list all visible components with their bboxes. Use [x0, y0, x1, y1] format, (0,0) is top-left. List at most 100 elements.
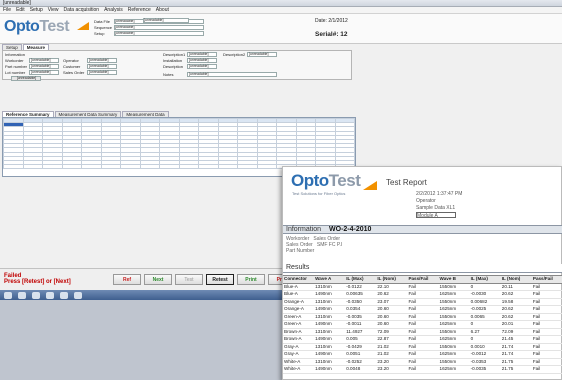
table-cell: 20.62: [500, 290, 532, 299]
grid-cell[interactable]: [237, 164, 258, 170]
results-section: Results: [283, 264, 562, 273]
sequence-label: Sequence: [94, 24, 113, 30]
table-cell: 0: [469, 283, 501, 291]
menu-reference[interactable]: Reference: [128, 7, 151, 13]
table-cell: 1625nm: [438, 290, 470, 299]
table-cell: 19.58: [500, 298, 532, 306]
ref-button[interactable]: Ref: [113, 274, 141, 285]
table-cell: Fail: [407, 298, 439, 306]
grid-cell[interactable]: [42, 164, 63, 170]
grid-cell[interactable]: [100, 164, 121, 170]
report-logo: OptoTest: [291, 171, 361, 190]
table-cell: 1490nm: [314, 290, 346, 299]
settings-icon[interactable]: [74, 291, 82, 299]
table-cell: 1550nm: [438, 283, 470, 291]
next-button[interactable]: Next: [144, 274, 172, 285]
workorder-field[interactable]: [unreadable]: [29, 57, 59, 63]
explorer-icon[interactable]: [18, 291, 26, 299]
retest-button[interactable]: Retest: [206, 274, 234, 285]
grid-cell[interactable]: [178, 164, 199, 170]
menu-data-acquisition[interactable]: Data acquisition: [64, 7, 100, 13]
setup-field[interactable]: [unreadable]: [114, 30, 204, 36]
menu-analysis[interactable]: Analysis: [104, 7, 123, 13]
workorder-label: Workorder: [5, 57, 24, 63]
installation-field[interactable]: [unreadable]: [187, 57, 217, 63]
table-cell: 0.0051: [345, 350, 377, 359]
lot-number-field[interactable]: [unreadable]: [29, 69, 59, 75]
report-meta: 2/2/2012 1:37:47 PM Operator Sample Data…: [416, 191, 462, 220]
table-cell: Gray-A: [283, 350, 315, 359]
customer-field[interactable]: [unreadable]: [87, 63, 117, 69]
table-cell: 0: [469, 320, 501, 329]
app-icon[interactable]: [46, 291, 54, 299]
grid-cell[interactable]: [139, 164, 160, 170]
report-swoosh-icon: [363, 181, 377, 190]
table-cell: Fail: [407, 350, 439, 359]
sequence-field[interactable]: [unreadable]: [114, 24, 204, 30]
print-button[interactable]: Print: [237, 274, 265, 285]
results-row: Green-A 1310nm -0.0035 20.60 Fail 1550nm 0.006…: [283, 313, 562, 321]
window-title: [unreadable]: [3, 0, 31, 6]
grid-cell[interactable]: [120, 164, 141, 170]
part-number-label: Part number: [5, 63, 28, 69]
table-cell: Blue-A: [283, 283, 315, 291]
browser-icon[interactable]: [32, 291, 40, 299]
table-cell: 72.09: [500, 328, 532, 336]
grid-cell[interactable]: [61, 164, 82, 170]
table-cell: Fail: [531, 335, 562, 344]
description2-field[interactable]: [unreadable]: [247, 51, 277, 57]
part-number-field[interactable]: [unreadable]: [29, 63, 59, 69]
description1-field[interactable]: [unreadable]: [187, 51, 217, 57]
table-cell: Fail: [531, 320, 562, 329]
report-module: Module A: [416, 212, 462, 220]
information-title: Information: [286, 226, 322, 233]
folder-icon[interactable]: [60, 291, 68, 299]
menu-file[interactable]: File: [3, 7, 11, 13]
action-buttons: Ref Next Test Retest Print Prev: [113, 274, 296, 285]
table-cell: -0.0350: [345, 298, 377, 306]
table-cell: 1550nm: [438, 328, 470, 336]
table-cell: -0.0025: [469, 305, 501, 314]
report-operator: Operator: [416, 198, 436, 204]
table-cell: -0.0035: [345, 313, 377, 321]
grid-cell[interactable]: [198, 164, 219, 170]
table-cell: 11.4927: [345, 328, 377, 336]
table-cell: 1310nm: [314, 283, 346, 291]
notes-field[interactable]: [unreadable]: [187, 71, 277, 77]
table-cell: Fail: [407, 283, 439, 291]
grid-cell[interactable]: [81, 164, 102, 170]
table-cell: Fail: [407, 328, 439, 336]
test-button[interactable]: Test: [175, 274, 203, 285]
grid-cell[interactable]: [3, 164, 24, 170]
table-cell: 0: [469, 335, 501, 344]
grid-cell[interactable]: [256, 164, 277, 170]
table-cell: 1490nm: [314, 305, 346, 314]
menu-edit[interactable]: Edit: [16, 7, 25, 13]
information-heading: Information: [5, 51, 26, 57]
table-cell: Connector: [283, 275, 315, 284]
sequence-number-field[interactable]: [unreadable]: [143, 18, 189, 23]
table-cell: Fail: [407, 320, 439, 329]
table-cell: -0.0252: [345, 358, 377, 366]
table-cell: Fail: [407, 313, 439, 321]
grid-cell[interactable]: [217, 164, 238, 170]
description-field[interactable]: [unreadable]: [187, 63, 217, 69]
menu-setup[interactable]: Setup: [30, 7, 43, 13]
table-cell: IL (Nom): [500, 275, 532, 284]
menu-about[interactable]: About: [156, 7, 169, 13]
grid-cell[interactable]: [22, 164, 43, 170]
results-row: Green-A 1490nm -0.0011 20.60 Fail 1625nm 0 20.0…: [283, 320, 562, 329]
table-cell: 1625nm: [438, 320, 470, 329]
table-cell: 21.02: [376, 343, 408, 351]
action-button[interactable]: [unreadable]: [11, 75, 41, 81]
information-panel: Information Workorder [unreadable] Part n…: [2, 50, 352, 81]
grid-cell[interactable]: [159, 164, 180, 170]
table-cell: Wave B: [438, 275, 470, 284]
table-cell: Fail: [407, 343, 439, 351]
menu-view[interactable]: View: [48, 7, 59, 13]
operator-field[interactable]: [unreadable]: [87, 57, 117, 63]
report-sample: Sample Data XL1: [416, 205, 456, 211]
table-cell: Green-A: [283, 320, 315, 329]
start-icon[interactable]: [4, 291, 12, 299]
sales-order-field[interactable]: [unreadable]: [87, 69, 117, 75]
